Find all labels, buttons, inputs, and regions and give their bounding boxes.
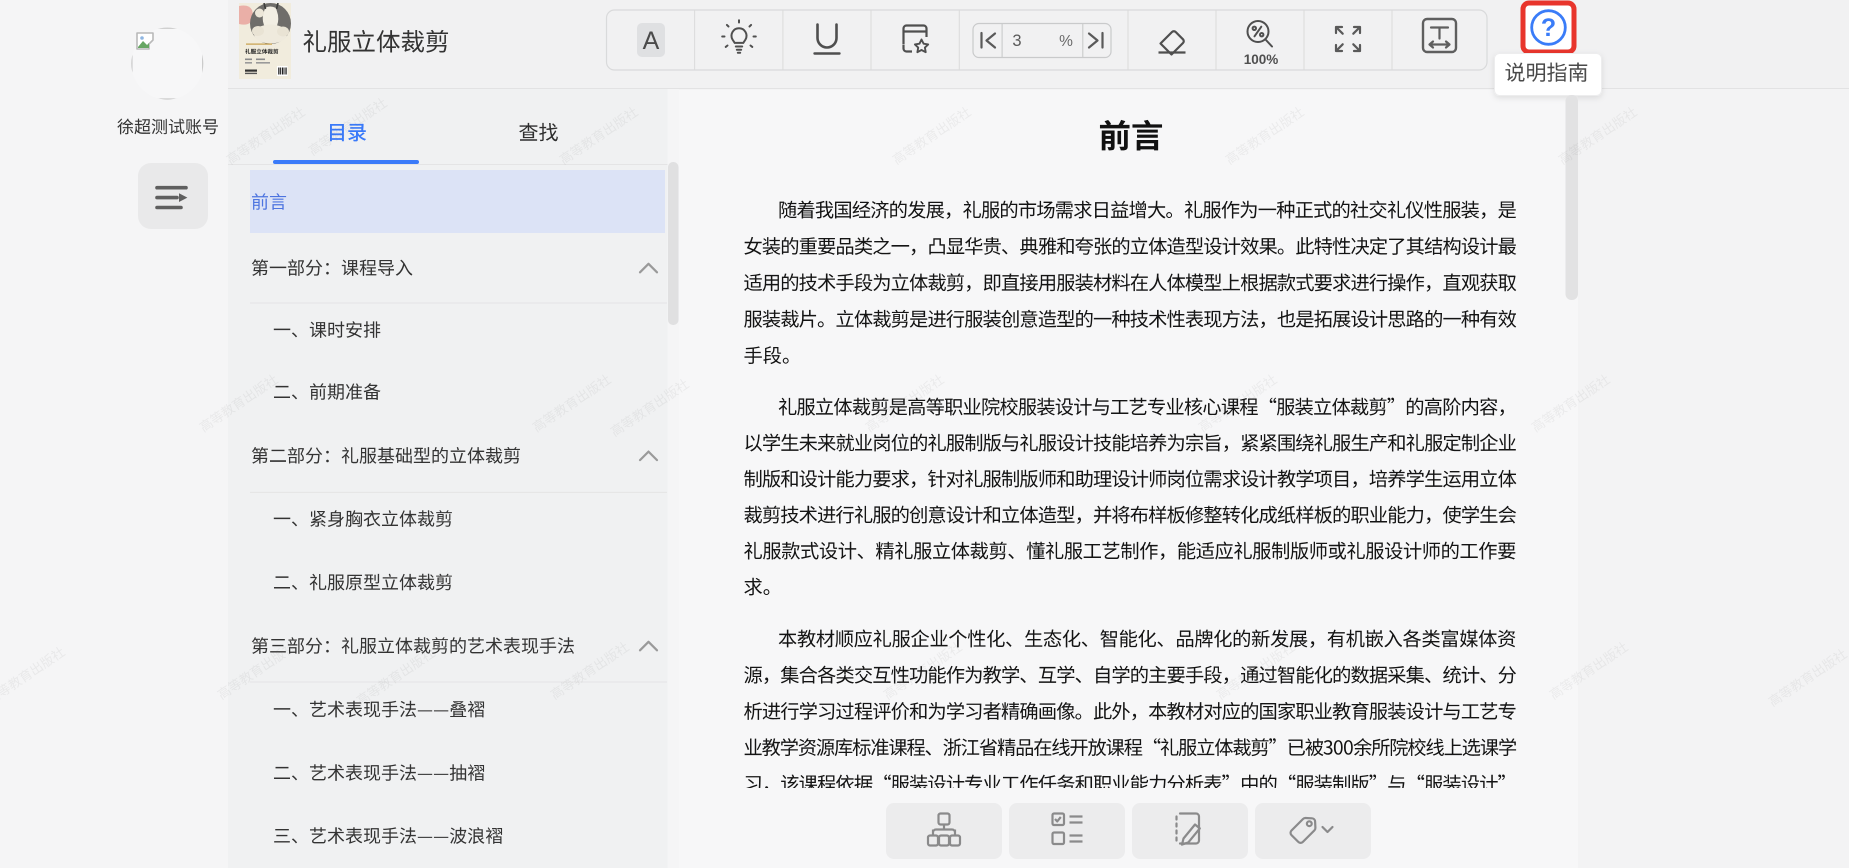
svg-text:A: A	[643, 27, 660, 55]
svg-text:%: %	[1059, 33, 1073, 50]
svg-text:100%: 100%	[1244, 52, 1279, 67]
svg-text:?: ?	[1541, 14, 1556, 42]
svg-text:3: 3	[1012, 32, 1021, 50]
